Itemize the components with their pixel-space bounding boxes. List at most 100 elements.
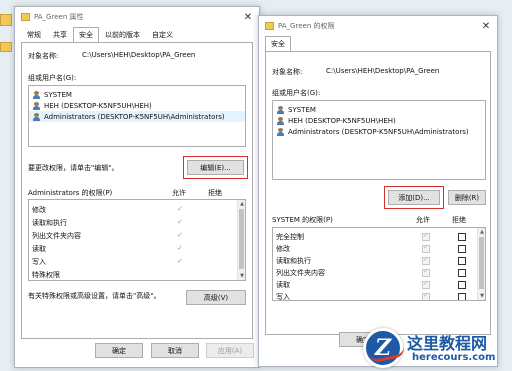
perm-row: 读取和执行 [276,256,311,265]
deny-header: 拒绝 [452,216,466,224]
desktop-folder-icon[interactable] [0,42,12,52]
tab-security[interactable]: 安全 [265,36,291,51]
allow-checkbox[interactable] [422,243,430,253]
apply-button[interactable]: 应用(A) [206,343,254,358]
list-item[interactable]: Administrators (DESKTOP-K5NF5UH\Administ… [273,126,485,137]
check-icon: ✓ [177,231,183,239]
watermark-logo: Z 这里教程网 herecours.com [363,328,512,371]
special-hint: 有关特殊权限或高级设置，请单击"高级"。 [28,292,161,300]
groups-label: 组或用户名(G): [272,89,321,97]
user-group-icon [276,127,285,136]
tab-security[interactable]: 安全 [73,27,99,42]
tab-previous-versions[interactable]: 以前的版本 [99,27,146,42]
cancel-button[interactable]: 取消 [151,343,199,358]
groups-label: 组或用户名(G): [28,74,77,82]
tab-bar: 常规 共享 安全 以前的版本 自定义 [15,27,259,42]
user-name: SYSTEM [288,105,316,114]
user-name: Administrators (DESKTOP-K5NF5UH\Administ… [44,112,225,121]
close-button[interactable]: ✕ [475,16,497,36]
properties-titlebar[interactable]: PA_Green 属性 ✕ [15,7,259,27]
edit-hint: 要更改权限，请单击"编辑"。 [28,164,119,172]
scroll-down-icon[interactable]: ▼ [238,272,245,280]
perm-row: 修改 [276,244,290,253]
tab-bar: 安全 [259,36,497,51]
scrollbar[interactable]: ▲ ▼ [477,228,485,300]
deny-checkbox[interactable] [458,281,466,289]
list-item[interactable]: SYSTEM [273,104,485,115]
properties-window: PA_Green 属性 ✕ 常规 共享 安全 以前的版本 自定义 对象名称: C… [14,6,260,368]
users-list[interactable]: SYSTEM HEH (DESKTOP-K5NF5UH\HEH) Adminis… [272,100,486,180]
remove-button[interactable]: 删除(R) [448,190,486,205]
check-icon: ✓ [177,205,183,213]
users-list[interactable]: SYSTEM HEH (DESKTOP-K5NF5UH\HEH) Adminis… [28,85,246,147]
user-icon [276,116,285,125]
perm-header: Administrators 的权限(P) [28,189,113,197]
check-icon: ✓ [177,244,183,252]
tab-customize[interactable]: 自定义 [146,27,179,42]
allow-header: 允许 [416,216,430,224]
perm-row: 特殊权限 [32,270,60,279]
perm-header: SYSTEM 的权限(P) [272,216,333,224]
scroll-up-icon[interactable]: ▲ [238,200,245,208]
check-icon: ✓ [177,218,183,226]
user-name: SYSTEM [44,90,72,99]
tab-sharing[interactable]: 共享 [47,27,73,42]
deny-checkbox[interactable] [458,245,466,253]
deny-checkbox[interactable] [458,257,466,265]
object-path: C:\Users\HEH\Desktop\PA_Green [82,51,196,59]
watermark-domain: herecours.com [412,352,496,363]
scroll-up-icon[interactable]: ▲ [478,228,485,236]
window-title: PA_Green 属性 [34,13,84,21]
allow-checkbox[interactable] [422,255,430,265]
list-item[interactable]: HEH (DESKTOP-K5NF5UH\HEH) [273,115,485,126]
permissions-titlebar[interactable]: PA_Green 的权限 ✕ [259,16,497,36]
list-item[interactable]: SYSTEM [29,89,245,100]
deny-checkbox[interactable] [458,269,466,277]
permissions-list[interactable]: 修改 读取和执行 列出文件夹内容 读取 写入 特殊权限 ✓ ✓ ✓ ✓ ✓ ▲ … [28,199,246,281]
ok-button[interactable]: 确定 [95,343,143,358]
watermark-title: 这里教程网 [407,334,488,353]
list-item[interactable]: HEH (DESKTOP-K5NF5UH\HEH) [29,100,245,111]
allow-header: 允许 [172,189,186,197]
scroll-down-icon[interactable]: ▼ [478,292,485,300]
perm-row: 读取和执行 [32,218,67,227]
security-panel: 对象名称: C:\Users\HEH\Desktop\PA_Green 组或用户… [21,42,253,339]
permissions-window: PA_Green 的权限 ✕ 安全 对象名称: C:\Users\HEH\Des… [258,15,498,367]
highlight-box [183,156,248,179]
scrollbar[interactable]: ▲ ▼ [237,200,245,280]
user-group-icon [276,105,285,114]
list-item[interactable]: Administrators (DESKTOP-K5NF5UH\Administ… [29,111,245,122]
user-name: Administrators (DESKTOP-K5NF5UH\Administ… [288,127,469,136]
perm-row: 完全控制 [276,232,304,241]
tab-general[interactable]: 常规 [21,27,47,42]
perm-row: 写入 [32,257,46,266]
user-group-icon [32,112,41,121]
user-group-icon [32,90,41,99]
user-icon [32,101,41,110]
object-name-label: 对象名称: [272,68,303,76]
object-path: C:\Users\HEH\Desktop\PA_Green [326,67,440,75]
deny-header: 拒绝 [208,189,222,197]
allow-checkbox[interactable] [422,267,430,277]
perm-row: 列出文件夹内容 [32,231,81,240]
perm-row: 读取 [276,280,290,289]
allow-checkbox[interactable] [422,291,430,300]
deny-checkbox[interactable] [458,293,466,300]
perm-row: 写入 [276,292,290,301]
security-panel: 对象名称: C:\Users\HEH\Desktop\PA_Green 组或用户… [265,51,491,335]
allow-checkbox[interactable] [422,231,430,241]
folder-icon [265,22,274,30]
advanced-button[interactable]: 高级(V) [186,290,246,305]
window-title: PA_Green 的权限 [278,22,335,30]
user-name: HEH (DESKTOP-K5NF5UH\HEH) [288,116,396,125]
object-name-label: 对象名称: [28,52,59,60]
desktop-folder-icon[interactable] [0,14,12,26]
allow-checkbox[interactable] [422,279,430,289]
user-name: HEH (DESKTOP-K5NF5UH\HEH) [44,101,152,110]
scroll-thumb[interactable] [479,237,484,289]
scroll-thumb[interactable] [239,209,244,269]
permissions-list[interactable]: 完全控制 修改 读取和执行 列出文件夹内容 读取 写入 ▲ ▼ [272,227,486,301]
close-button[interactable]: ✕ [237,7,259,27]
folder-icon [21,13,30,21]
deny-checkbox[interactable] [458,233,466,241]
